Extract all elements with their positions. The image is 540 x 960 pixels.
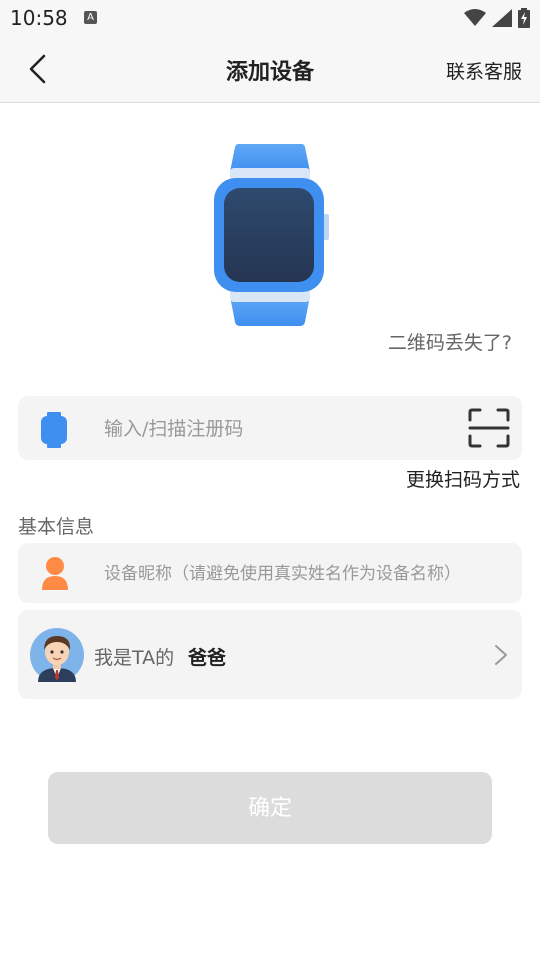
notification-badge: A: [84, 11, 97, 24]
device-nickname-input[interactable]: [102, 557, 506, 591]
status-bar: 10:58 A: [0, 0, 540, 36]
scan-icon: [468, 408, 510, 448]
registration-code-input[interactable]: [102, 410, 446, 448]
registration-code-field: [18, 396, 522, 460]
smartwatch-illustration: [214, 144, 329, 326]
status-time: 10:58: [10, 6, 68, 30]
scan-button[interactable]: [468, 408, 510, 448]
wifi-icon: [464, 9, 486, 26]
father-avatar: [30, 628, 84, 682]
app-bar: 添加设备 联系客服: [0, 36, 540, 103]
relation-prefix-label: 我是TA的: [94, 647, 175, 669]
qr-lost-link[interactable]: 二维码丢失了?: [388, 328, 512, 355]
watch-icon: [41, 412, 67, 448]
relation-value: 爸爸: [188, 647, 227, 669]
device-nickname-field: [18, 543, 522, 603]
battery-charging-icon: [518, 8, 530, 28]
signal-icon: [492, 9, 512, 27]
relation-selector[interactable]: 我是TA的 爸爸: [18, 610, 522, 699]
confirm-button[interactable]: 确定: [48, 772, 492, 844]
contact-support-link[interactable]: 联系客服: [446, 57, 522, 84]
chevron-right-icon: [495, 645, 507, 665]
person-icon: [42, 557, 68, 590]
switch-scan-method-link[interactable]: 更换扫码方式: [406, 465, 520, 492]
section-title-basic-info: 基本信息: [18, 516, 95, 538]
status-icons: [464, 7, 530, 29]
